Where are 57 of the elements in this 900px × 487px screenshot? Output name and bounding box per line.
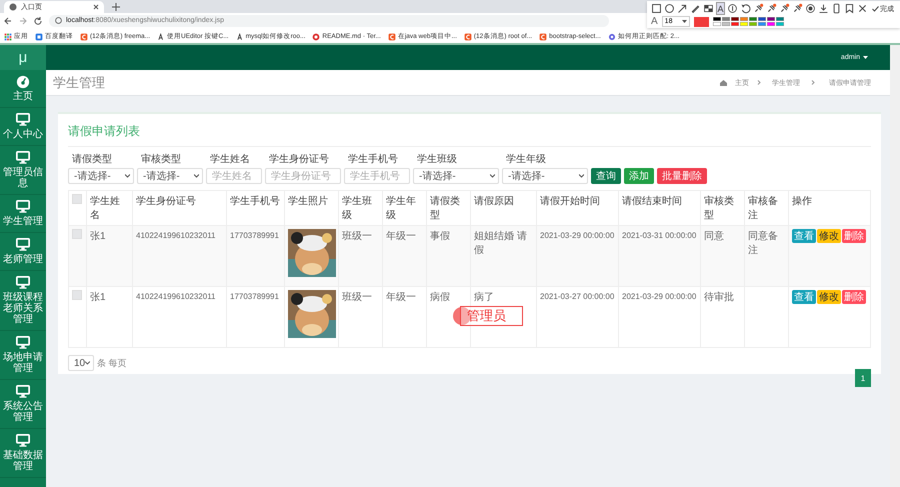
table-cell: 班级一 — [342, 292, 372, 303]
filter-label: 学生年级 — [505, 152, 547, 166]
table-cell: 2021-03-27 00:00:00 — [540, 292, 614, 301]
sidebar-label: 主页 — [13, 91, 33, 102]
sidebar-label: 基础数据管理 — [2, 450, 44, 472]
text-tool[interactable]: A — [716, 2, 725, 15]
filter-label: 学生手机号 — [347, 152, 399, 166]
table-cell: 410224199610232011 — [136, 231, 216, 240]
text-field[interactable]: 学生手机号 — [344, 168, 410, 184]
table-cell: 班级一 — [342, 231, 372, 242]
edit-button[interactable]: 修改 — [817, 229, 841, 243]
select-field[interactable]: -请选择- — [137, 168, 203, 184]
table-cell: 姐姐结婚 请假 — [474, 231, 527, 256]
font-size-label: A — [651, 16, 658, 27]
page-button[interactable]: 1 — [855, 369, 871, 387]
annotation-text-box[interactable]: 管理员 — [460, 306, 523, 326]
sidebar-label: 学生管理 — [3, 216, 43, 227]
filter-label: 审核类型 — [140, 152, 182, 166]
table-cell: 同意备注 — [748, 231, 778, 256]
table-cell: 2021-03-31 00:00:00 — [622, 231, 696, 240]
edit-button[interactable]: 修改 — [817, 290, 841, 304]
table-cell: 年级一 — [386, 292, 416, 303]
table-cell: 病假 — [430, 292, 450, 303]
text-field[interactable]: 学生身份证号 — [265, 168, 341, 184]
table-cell: 年级一 — [386, 231, 416, 242]
filter-label: 学生身份证号 — [268, 152, 330, 166]
danger-button[interactable]: 批量删除 — [657, 168, 707, 184]
sidebar-label: 系统公告管理 — [2, 401, 44, 423]
select-field[interactable]: -请选择- — [502, 168, 588, 184]
filter-label: 学生姓名 — [209, 152, 251, 166]
sidebar-label: 场地申请管理 — [2, 352, 44, 374]
table-cell: 张1 — [90, 231, 106, 242]
page-size-select[interactable]: 10 — [68, 355, 94, 371]
table-cell: 张1 — [90, 292, 106, 303]
table-cell: 同意 — [704, 231, 724, 242]
table-cell: 待审批 — [704, 292, 734, 303]
filter-label: 学生班级 — [416, 152, 458, 166]
select-field[interactable]: -请选择- — [413, 168, 499, 184]
page-size-label: 条 每页 — [97, 356, 127, 370]
sidebar-label: 老师管理 — [3, 254, 43, 265]
table-cell: 事假 — [430, 231, 450, 242]
search-button[interactable]: 查询 — [591, 168, 621, 184]
sidebar-label: 班级课程老师关系管理 — [2, 292, 44, 325]
table-cell: 17703789991 — [230, 292, 279, 301]
filter-label: 请假类型 — [71, 152, 113, 166]
text-field[interactable]: 学生姓名 — [206, 168, 262, 184]
sidebar-label: 个人中心 — [3, 129, 43, 140]
table-cell: 2021-03-29 00:00:00 — [540, 231, 614, 240]
page-title: 学生管理 — [53, 74, 105, 92]
table-cell: 病了 — [474, 292, 494, 303]
table-cell: 2021-03-29 00:00:00 — [622, 292, 696, 301]
logo: μ — [0, 45, 46, 70]
table-cell: 410224199610232011 — [136, 292, 216, 301]
select-field[interactable]: -请选择- — [68, 168, 134, 184]
sidebar-label: 管理员信息 — [2, 167, 44, 189]
card-title: 请假申请列表 — [68, 120, 871, 147]
table-cell: 17703789991 — [230, 231, 279, 240]
